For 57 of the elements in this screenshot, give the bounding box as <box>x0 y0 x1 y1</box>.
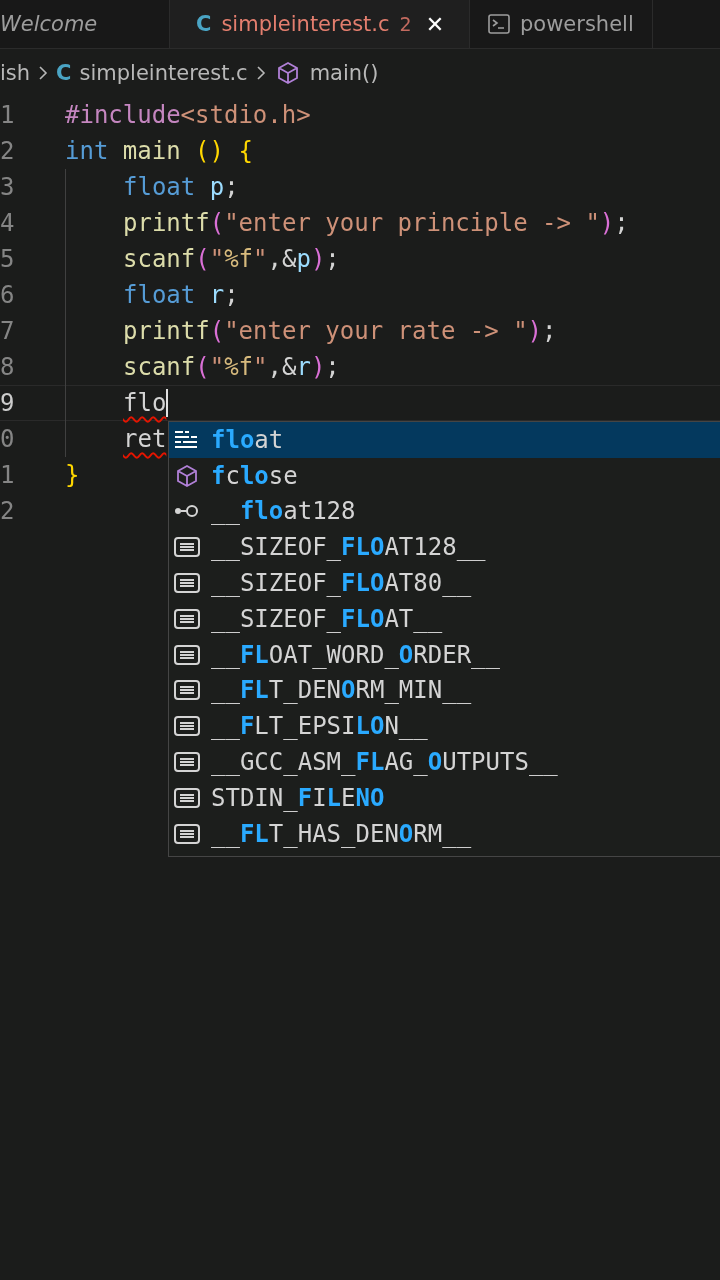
line-number: 4 <box>0 209 14 237</box>
code-line: scanf("%f",&p); <box>123 245 340 273</box>
code-line: float r; <box>123 281 239 309</box>
suggestion-item[interactable]: __FLT_HAS_DENORM__ <box>169 815 720 852</box>
suggestion-item[interactable]: fclose <box>169 457 720 494</box>
close-icon[interactable]: ✕ <box>425 11 445 37</box>
constant-icon <box>173 785 201 810</box>
line-number: 2 <box>0 137 14 165</box>
suggestion-item[interactable]: __FLT_EPSILON__ <box>169 708 720 745</box>
code-line: int main () { <box>65 137 253 165</box>
problem-count: 2 <box>399 13 412 35</box>
constant-icon <box>173 714 201 739</box>
c-file-icon: C <box>56 61 72 85</box>
line-number: 6 <box>0 281 14 309</box>
terminal-icon <box>488 14 510 34</box>
line-number: 8 <box>0 353 14 381</box>
editor-tab[interactable]: Welcome <box>0 0 170 48</box>
constant-icon <box>173 750 201 775</box>
suggestion-item[interactable]: __GCC_ASM_FLAG_OUTPUTS__ <box>169 744 720 780</box>
c-file-icon: C <box>196 12 212 36</box>
suggestion-item[interactable]: __SIZEOF_FLOAT__ <box>169 601 720 637</box>
line-number: 3 <box>0 173 14 201</box>
text-cursor <box>166 389 169 417</box>
code-line: #include<stdio.h> <box>65 101 311 129</box>
constant-icon <box>173 678 201 703</box>
breadcrumb-item[interactable]: simpleinterest.c <box>79 61 248 85</box>
line-number: 1 <box>0 461 14 489</box>
constant-icon <box>173 642 201 667</box>
chevron-icon <box>38 65 49 81</box>
code-line: float p; <box>123 173 239 201</box>
breadcrumb-item[interactable]: main() <box>309 61 379 85</box>
code-line: flo <box>123 389 167 417</box>
code-line: printf("enter your rate -> "); <box>123 317 557 345</box>
suggestion-item[interactable]: __FLOAT_WORD_ORDER__ <box>169 636 720 673</box>
breadcrumb-item[interactable]: ish <box>0 61 31 85</box>
suggestion-item[interactable]: __float128 <box>169 493 720 530</box>
suggestion-item[interactable]: __SIZEOF_FLOAT80__ <box>169 565 720 601</box>
line-number: 2 <box>0 497 14 525</box>
line-number: 9 <box>0 389 14 417</box>
code-line: ret <box>123 425 167 453</box>
line-number: 1 <box>0 101 14 129</box>
chevron-icon <box>255 65 266 81</box>
line-number: 0 <box>0 425 14 453</box>
editor-tab[interactable]: C simpleinterest.c 2 ✕ <box>170 0 470 48</box>
constant-icon <box>173 821 201 846</box>
suggestion-item[interactable]: float <box>169 422 720 458</box>
suggestion-item[interactable]: __SIZEOF_FLOAT128__ <box>169 529 720 566</box>
line-number: 7 <box>0 317 14 345</box>
constant-icon <box>173 606 201 631</box>
line-number: 5 <box>0 245 14 273</box>
suggestion-item[interactable]: __FLT_DENORM_MIN__ <box>169 672 720 709</box>
constant-icon <box>173 571 201 596</box>
code-line: } <box>65 461 80 489</box>
constant-icon <box>173 535 201 560</box>
code-line: printf("enter your principle -> "); <box>123 209 629 237</box>
code-line: scanf("%f",&r); <box>123 353 340 381</box>
suggestion-item[interactable]: STDIN_FILENO <box>169 779 720 816</box>
